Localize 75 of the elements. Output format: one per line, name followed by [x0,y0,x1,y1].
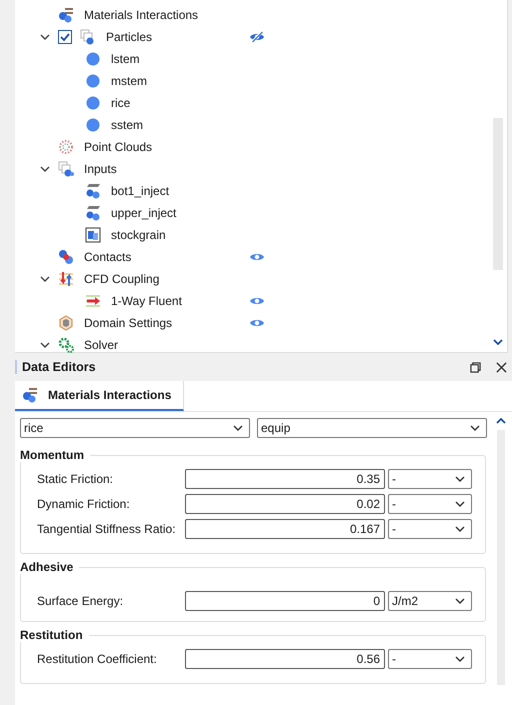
eye-icon[interactable] [249,317,265,329]
chevron-icon[interactable] [40,166,50,172]
tree-item-label[interactable]: Particles [106,30,152,44]
group-title: Adhesive [20,560,80,574]
value-field[interactable]: 0 [185,590,385,610]
materials-icon [22,387,38,403]
chevron-down-icon[interactable] [493,339,503,345]
tree-item-label[interactable]: CFD Coupling [84,272,160,286]
value-field[interactable]: 0.35 [185,468,385,488]
property-label: Dynamic Friction: [37,496,131,510]
tree-item-label[interactable]: mstem [111,74,147,88]
chevron-down-icon [455,476,465,482]
tree-item-label[interactable]: bot1_inject [111,184,170,198]
tree-item-label[interactable]: 1-Way Fluent [111,294,182,308]
crossed-eye-icon[interactable] [249,31,265,43]
value-field[interactable]: 0.02 [185,494,385,514]
sphere-icon [85,117,101,133]
checkbox[interactable] [58,30,72,44]
chevron-down-icon [470,425,480,431]
material-dropdown[interactable]: equip [257,418,487,438]
property-label: Surface Energy: [37,594,124,608]
value-field[interactable]: 0.167 [185,518,385,538]
group-title: Restitution [20,628,89,642]
arrows-icon [58,271,74,287]
editor-tab[interactable]: Materials Interactions [15,381,184,411]
tree-item-label[interactable]: Solver [84,338,118,352]
unit-dropdown[interactable]: - [388,468,472,488]
chevron-down-icon [233,425,243,431]
close-icon[interactable] [496,362,507,372]
chevron-down-icon [455,598,465,604]
tree-item-label[interactable]: Contacts [84,250,132,264]
cube-icon [58,315,74,331]
image-file-icon [85,227,101,243]
injector-icon [85,205,101,221]
chevron-down-icon [455,526,465,532]
restore-icon[interactable] [470,362,481,372]
property-label: Static Friction: [37,472,114,486]
gears-icon [58,337,74,353]
tree-item-label[interactable]: sstem [111,118,144,132]
chevron-down-icon [455,656,465,662]
unit-dropdown[interactable]: - [388,648,472,668]
sphere-icon [85,51,101,67]
injector-icon [85,183,101,199]
material-dropdown[interactable]: rice [20,418,250,438]
property-label: Tangential Stiffness Ratio: [37,522,177,536]
dotted-ring-icon [58,139,74,155]
eye-icon[interactable] [249,295,265,307]
unit-dropdown[interactable]: - [388,494,472,514]
panel-title: Data Editors [15,360,460,374]
tree-item-label[interactable]: Inputs [84,162,117,176]
tree-item-label[interactable]: Point Clouds [84,140,152,154]
chevron-icon[interactable] [40,342,50,348]
tree-item-label[interactable]: lstem [111,52,140,66]
tree-item-label[interactable]: rice [111,96,130,110]
chevron-up-icon[interactable] [496,418,506,424]
arrow-lines-icon [85,293,101,309]
chevron-icon[interactable] [40,34,50,40]
sphere-icon [85,73,101,89]
unit-dropdown[interactable]: - [388,518,472,538]
sphere-icon [85,95,101,111]
group-title: Momentum [20,448,90,462]
tree-item-label[interactable]: stockgrain [111,228,166,242]
property-label: Restitution Coefficient: [37,652,158,666]
inputs-icon [58,161,74,177]
contacts-icon [58,249,74,265]
materials-icon [58,7,74,23]
unit-dropdown[interactable]: J/m2 [388,590,472,610]
tree-item-label[interactable]: upper_inject [111,206,176,220]
value-field[interactable]: 0.56 [185,648,385,668]
chevron-down-icon [455,500,465,506]
tree-item-label[interactable]: Materials Interactions [84,8,198,22]
particles-icon [80,29,96,45]
eye-icon[interactable] [249,251,265,263]
tree-item-label[interactable]: Domain Settings [84,316,172,330]
chevron-icon[interactable] [40,276,50,282]
